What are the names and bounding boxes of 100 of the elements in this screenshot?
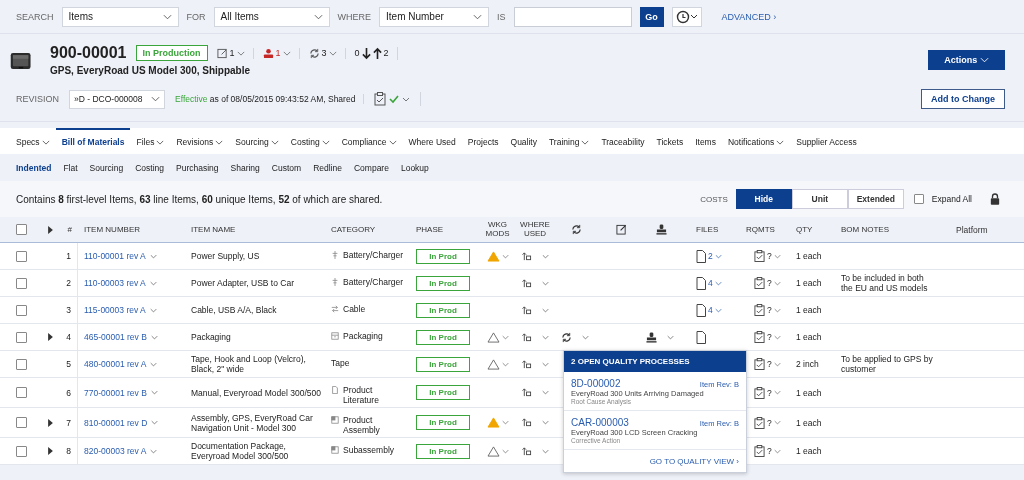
chevron-icon[interactable] xyxy=(149,307,157,313)
where-used-button[interactable] xyxy=(521,418,549,427)
tab[interactable]: Sourcing xyxy=(229,128,285,154)
actions-button[interactable]: Actions xyxy=(928,50,1005,70)
checkbox[interactable] xyxy=(16,250,27,262)
checkbox[interactable] xyxy=(16,304,27,316)
subtab[interactable]: Lookup xyxy=(394,162,435,173)
requirements-button[interactable]: ? xyxy=(754,445,781,457)
chevron-icon[interactable] xyxy=(150,448,158,454)
files-button[interactable]: 4 xyxy=(696,276,722,290)
requirements-button[interactable]: ? xyxy=(754,277,781,289)
item-link[interactable]: 480-00001 rev A xyxy=(84,359,147,369)
checkbox[interactable] xyxy=(16,445,27,457)
where-used-button[interactable] xyxy=(521,278,549,288)
expand-icon[interactable] xyxy=(48,447,53,455)
revision-dropdown[interactable]: »D - DCO-000008 xyxy=(69,89,165,109)
dropdown-field[interactable]: Items xyxy=(61,6,179,27)
tab[interactable]: Traceability xyxy=(595,128,651,154)
checkbox[interactable] xyxy=(16,387,27,398)
chevron-icon[interactable] xyxy=(149,280,157,286)
where-used-button[interactable] xyxy=(521,359,549,369)
where-used-button[interactable]: 0 2 xyxy=(354,46,398,60)
chevron-icon[interactable] xyxy=(150,334,158,340)
search-field[interactable] xyxy=(513,6,632,27)
item-link[interactable]: 810-00001 rev D xyxy=(84,417,148,428)
subtab[interactable]: Custom xyxy=(265,162,308,173)
subtab[interactable]: Indented xyxy=(10,162,58,173)
costs-option[interactable]: Unit xyxy=(791,189,848,209)
requirements-button[interactable]: ? xyxy=(754,331,781,343)
modifications-button[interactable] xyxy=(486,417,509,428)
tab[interactable]: Items xyxy=(689,128,722,154)
tab[interactable]: Quality xyxy=(504,128,543,154)
item-link[interactable]: 770-00001 rev B xyxy=(84,387,147,398)
subtab[interactable]: Purchasing xyxy=(170,162,225,173)
quality-button[interactable] xyxy=(561,331,589,343)
tab[interactable]: Where Used xyxy=(402,128,462,154)
advanced-link[interactable]: ADVANCED › xyxy=(721,11,777,22)
tab[interactable]: Training xyxy=(543,128,596,154)
chevron-icon[interactable] xyxy=(151,420,159,425)
tab[interactable]: Supplier Access xyxy=(790,128,863,154)
tab[interactable]: Costing xyxy=(284,128,336,154)
dropdown-field[interactable]: All Items xyxy=(213,6,330,27)
modifications-button[interactable] xyxy=(486,358,509,370)
subtab[interactable]: Sharing xyxy=(224,162,266,173)
subtab[interactable]: Costing xyxy=(129,162,170,173)
tab[interactable]: Tickets xyxy=(650,128,690,154)
files-button[interactable]: 4 xyxy=(696,303,722,317)
tab[interactable]: Files xyxy=(130,128,171,154)
costs-option[interactable]: Hide xyxy=(735,189,792,209)
requirements-button[interactable]: ? xyxy=(754,386,781,399)
checkbox[interactable] xyxy=(913,194,924,204)
tab[interactable]: Compliance xyxy=(335,128,403,154)
expand-icon[interactable] xyxy=(48,333,53,341)
requirements-button[interactable]: ? xyxy=(754,358,781,370)
process-link[interactable]: CAR-000003 xyxy=(571,417,629,428)
item-link[interactable]: 110-00003 rev A xyxy=(84,278,146,288)
subtab[interactable]: Redline xyxy=(307,162,348,173)
requirements-button[interactable]: ? xyxy=(754,416,781,429)
item-link[interactable]: 820-00003 rev A xyxy=(84,446,147,456)
where-used-button[interactable] xyxy=(521,251,549,261)
requirements-button[interactable]: ? xyxy=(754,304,781,316)
where-used-button[interactable] xyxy=(521,388,549,397)
add-to-change-button[interactable]: Add to Change xyxy=(921,89,1005,109)
modifications-button[interactable] xyxy=(486,331,509,343)
expand-icon[interactable] xyxy=(48,418,53,427)
process-link[interactable]: 8D-000002 xyxy=(571,378,621,389)
stamp-button[interactable] xyxy=(646,331,674,343)
checkbox[interactable] xyxy=(16,331,27,343)
go-button[interactable]: Go xyxy=(639,6,664,27)
dropdown-field[interactable]: Item Number xyxy=(379,6,489,27)
quality-view-link[interactable]: GO TO QUALITY VIEW › xyxy=(649,457,739,466)
costs-option[interactable]: Extended xyxy=(847,189,904,209)
subtab[interactable]: Flat xyxy=(57,162,84,173)
item-link[interactable]: 465-00001 rev B xyxy=(84,332,147,342)
subtab[interactable]: Compare xyxy=(347,162,395,173)
quality-button[interactable]: 3 xyxy=(308,47,346,59)
item-link[interactable]: 110-00001 rev A xyxy=(84,251,146,261)
expand-icon[interactable] xyxy=(48,225,53,234)
modifications-button[interactable] xyxy=(486,250,509,262)
changes-button[interactable]: 1 xyxy=(216,47,254,59)
files-button[interactable]: 2 xyxy=(696,249,722,263)
where-used-button[interactable] xyxy=(521,305,549,315)
requirements-button[interactable]: ? xyxy=(754,250,781,262)
tab[interactable]: Notifications xyxy=(721,128,791,154)
checkbox[interactable] xyxy=(16,224,27,235)
tab[interactable]: Specs xyxy=(10,128,56,154)
people-button[interactable]: 1 xyxy=(262,47,300,59)
where-used-button[interactable] xyxy=(521,332,549,342)
approval-button[interactable] xyxy=(374,92,422,106)
checkbox[interactable] xyxy=(16,417,27,428)
checkbox[interactable] xyxy=(16,277,27,289)
modifications-button[interactable] xyxy=(486,445,509,457)
checkbox[interactable] xyxy=(16,358,27,370)
history-button[interactable] xyxy=(671,6,702,27)
where-used-button[interactable] xyxy=(521,446,549,456)
subtab[interactable]: Sourcing xyxy=(83,162,130,173)
chevron-icon[interactable] xyxy=(150,390,158,395)
item-link[interactable]: 115-00003 rev A xyxy=(84,305,146,315)
files-button[interactable] xyxy=(696,330,706,344)
chevron-icon[interactable] xyxy=(149,253,157,259)
